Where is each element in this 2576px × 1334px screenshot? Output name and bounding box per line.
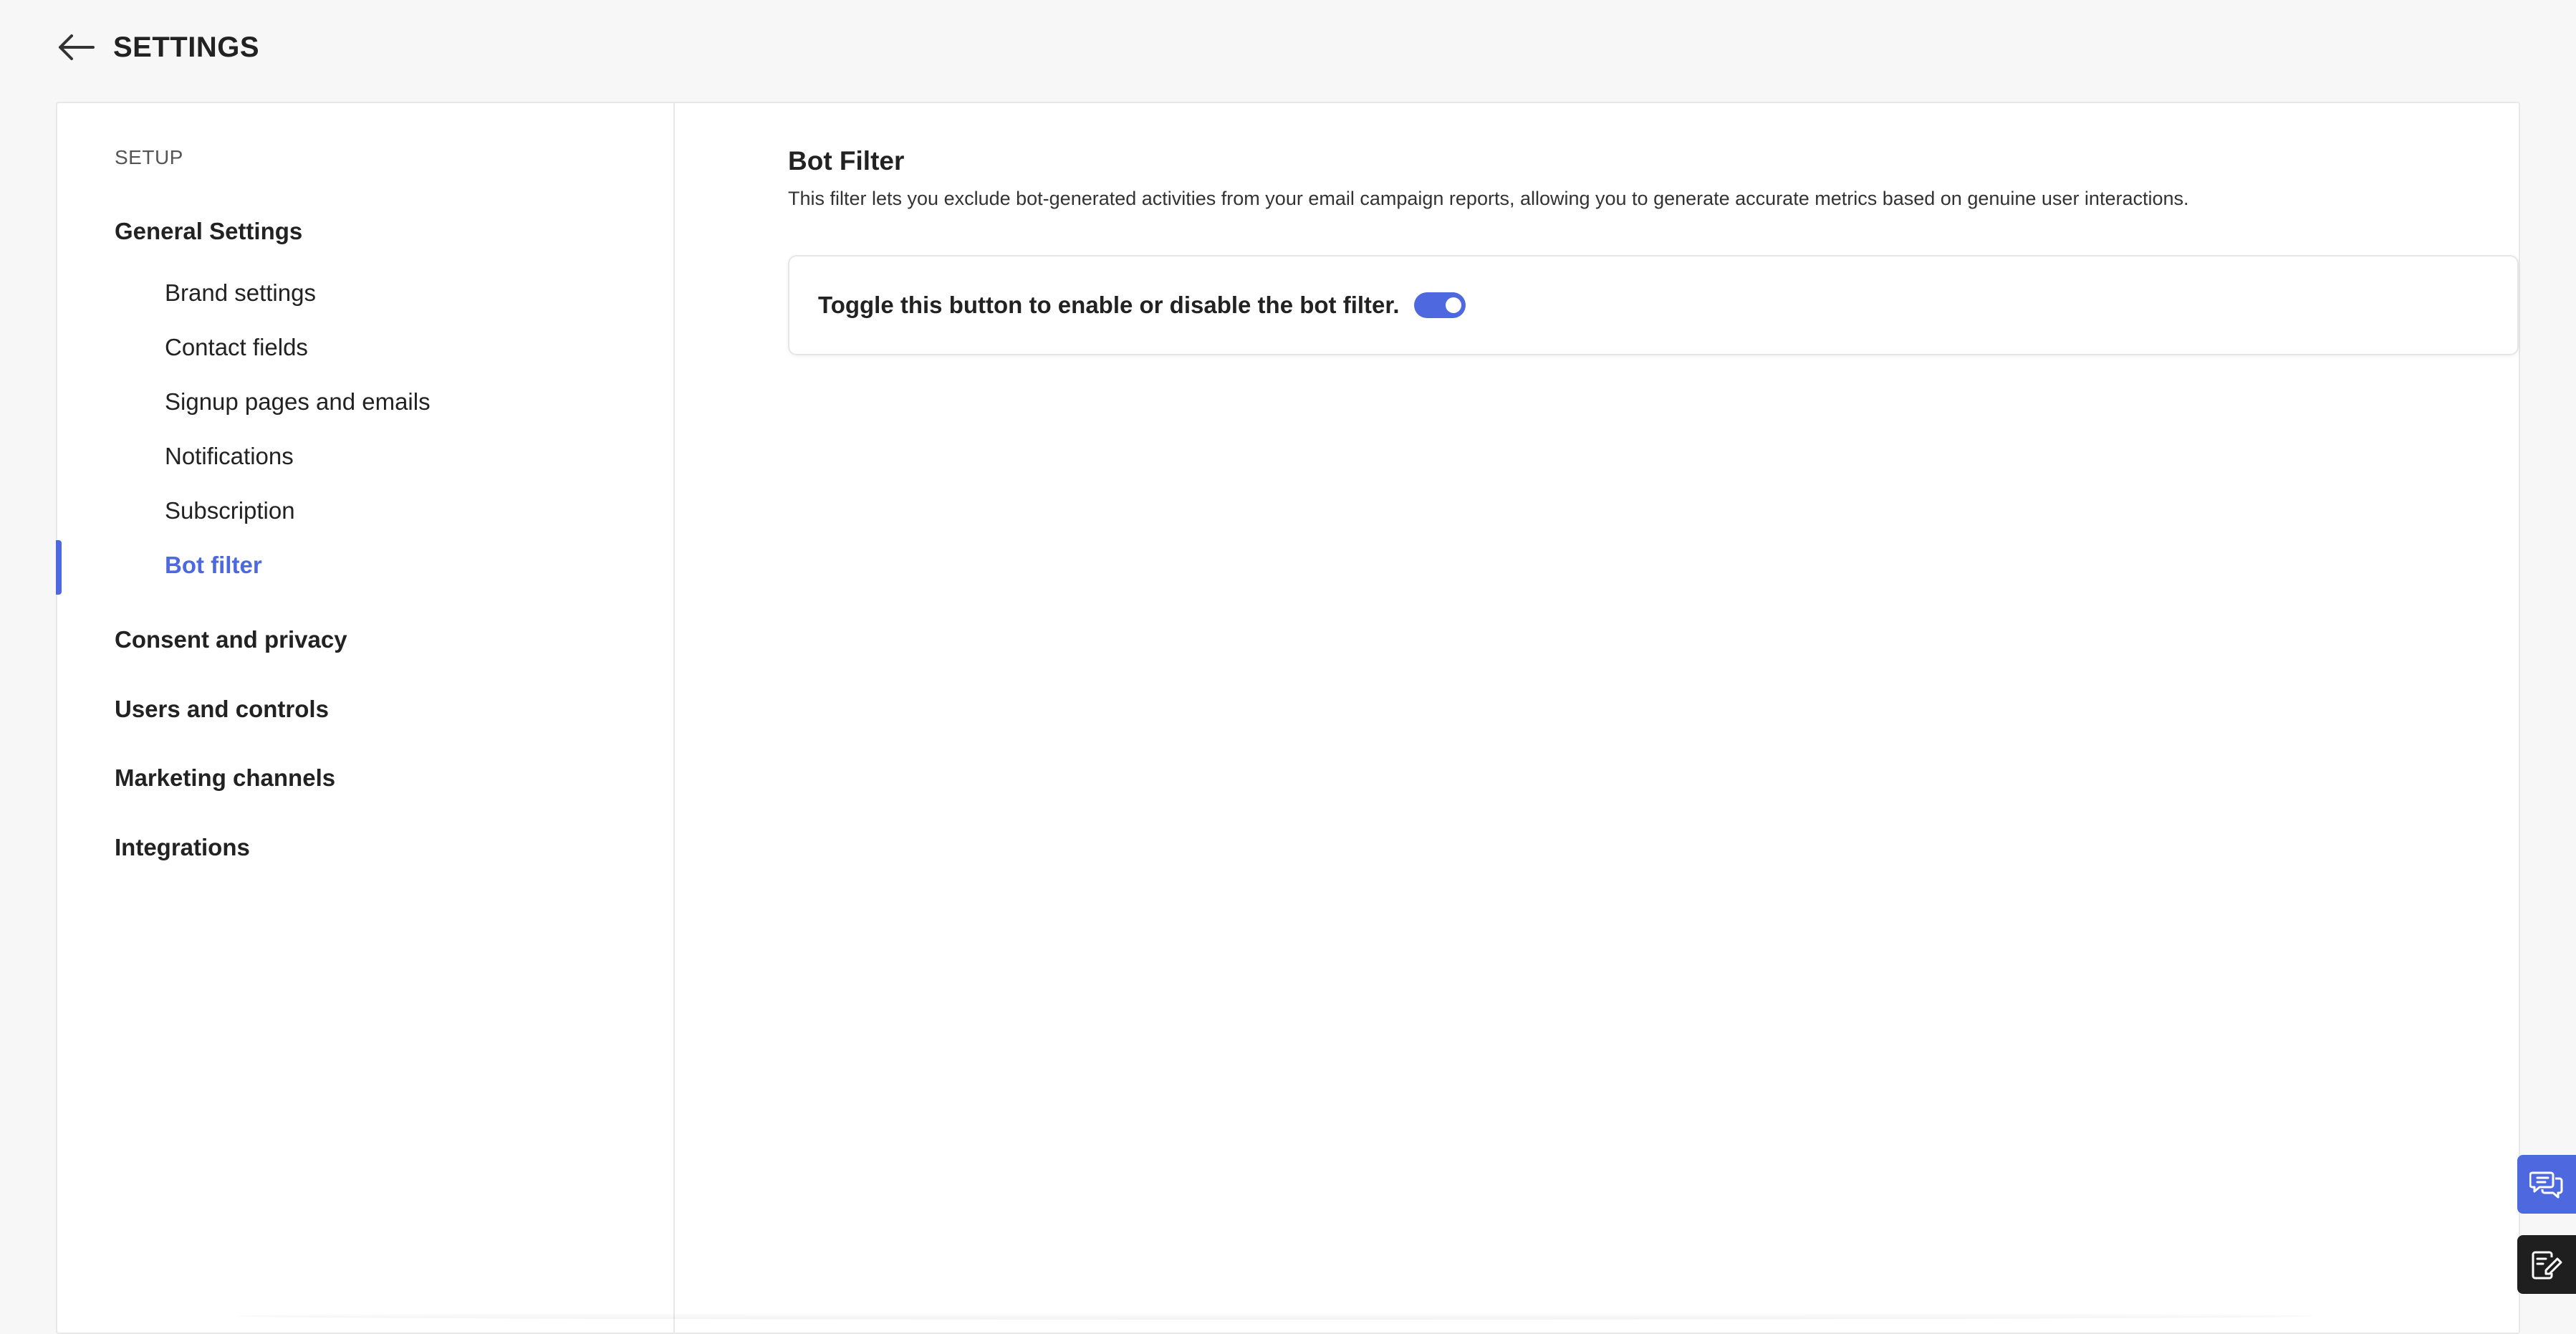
- sidebar-group-users-controls[interactable]: Users and controls: [115, 696, 329, 723]
- active-item-indicator: [56, 540, 62, 595]
- back-button[interactable]: [56, 29, 96, 66]
- sidebar-item-signup-pages[interactable]: Signup pages and emails: [165, 388, 431, 416]
- sidebar-item-bot-filter[interactable]: Bot filter: [165, 552, 262, 579]
- chat-button[interactable]: [2517, 1155, 2576, 1214]
- toggle-label: Toggle this button to enable or disable …: [818, 292, 1400, 318]
- bottom-shadow: [236, 1313, 2314, 1320]
- sidebar-item-brand-settings[interactable]: Brand settings: [165, 279, 316, 307]
- sidebar-section-label: SETUP: [115, 146, 183, 168]
- content-title: Bot Filter: [788, 146, 905, 176]
- sidebar-group-general-settings[interactable]: General Settings: [115, 218, 302, 245]
- bot-filter-card: Toggle this button to enable or disable …: [788, 255, 2519, 355]
- settings-sidebar: SETUP General Settings Brand settings Co…: [56, 103, 675, 1333]
- sidebar-group-integrations[interactable]: Integrations: [115, 834, 250, 861]
- edit-note-icon: [2532, 1251, 2562, 1280]
- settings-panel: SETUP General Settings Brand settings Co…: [56, 102, 2520, 1334]
- settings-content: Bot Filter This filter lets you exclude …: [676, 103, 2519, 1333]
- feedback-button[interactable]: [2517, 1235, 2576, 1294]
- sidebar-group-marketing-channels[interactable]: Marketing channels: [115, 764, 335, 792]
- sidebar-group-consent-privacy[interactable]: Consent and privacy: [115, 626, 347, 653]
- bot-filter-toggle[interactable]: [1413, 292, 1466, 318]
- toggle-knob: [1445, 297, 1461, 313]
- sidebar-item-subscription[interactable]: Subscription: [165, 497, 295, 524]
- sidebar-item-contact-fields[interactable]: Contact fields: [165, 334, 308, 361]
- sidebar-item-notifications[interactable]: Notifications: [165, 443, 294, 470]
- page-title: SETTINGS: [113, 32, 260, 63]
- top-bar: SETTINGS: [0, 0, 2576, 102]
- chat-bubbles-icon: [2529, 1171, 2563, 1199]
- arrow-left-icon: [59, 34, 95, 60]
- content-description: This filter lets you exclude bot-generat…: [788, 188, 2189, 209]
